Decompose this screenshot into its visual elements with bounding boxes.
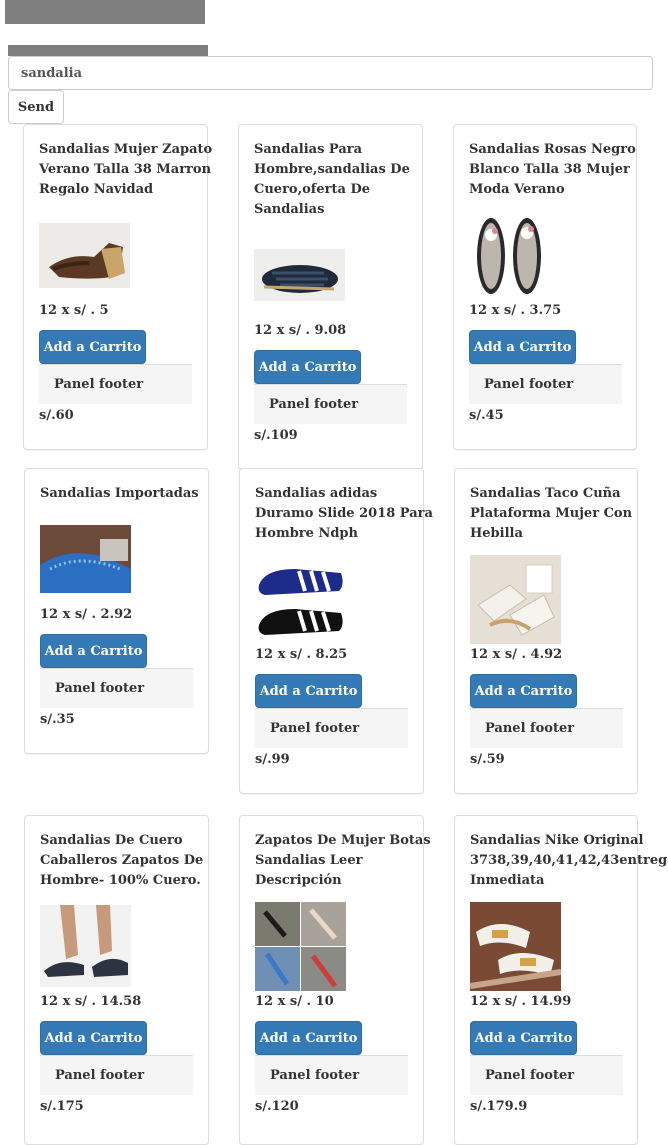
product-card: Sandalias Rosas Negro Blanco Talla 38 Muj… [453,124,637,450]
search-input[interactable] [8,56,653,90]
product-card: Zapatos De Mujer Botas Sandalias Leer Desc… [239,815,431,1145]
product-price: 12 x s/ . 14.58 [40,994,142,1009]
product-image[interactable] [255,902,346,991]
product-price: 12 x s/ . 14.99 [470,994,572,1009]
panel-footer: Panel footer [40,668,193,708]
panel-footer: Panel footer [470,708,623,748]
product-title: Sandalias Para Hombre,sandalias De Cuero,o… [254,142,410,217]
panel-footer: Panel footer [255,1055,408,1095]
add-to-cart-button[interactable]: Add a Carrito [40,1021,147,1055]
product-title: Sandalias Mujer Zapato Verano Talla 38 Ma… [39,142,213,197]
product-card: Sandalias Nike Original 3738,39,40,41,42,… [454,815,668,1145]
product-image[interactable] [470,555,561,644]
product-title: Sandalias De Cuero Caballeros Zapatos De H… [40,833,204,888]
product-price: 12 x s/ . 10 [255,994,334,1009]
add-to-cart-button[interactable]: Add a Carrito [39,330,146,364]
product-image[interactable] [255,555,346,643]
add-to-cart-button[interactable]: Add a Carrito [255,1021,362,1055]
product-image[interactable] [39,223,130,288]
product-total: s/.179.9 [470,1099,528,1114]
product-total: s/.45 [469,408,504,423]
product-total: s/.175 [40,1099,84,1114]
product-image[interactable] [254,249,345,301]
product-total: s/.120 [255,1099,299,1114]
product-image[interactable] [40,525,131,593]
product-title: Zapatos De Mujer Botas Sandalias Leer Desc… [255,833,431,888]
product-image[interactable] [40,905,131,987]
product-image[interactable] [470,902,561,991]
subheader-bar [8,45,208,56]
panel-footer: Panel footer [470,1055,623,1095]
panel-footer: Panel footer [469,364,622,404]
product-card: Sandalias adidas Duramo Slide 2018 Para Ho… [239,468,433,794]
panel-footer: Panel footer [254,384,407,424]
product-title: Sandalias Rosas Negro Blanco Talla 38 Muj… [469,142,636,197]
add-to-cart-button[interactable]: Add a Carrito [470,674,577,708]
product-price: 12 x s/ . 9.08 [254,323,347,338]
product-image[interactable] [469,211,551,299]
send-button[interactable]: Send [8,90,64,124]
product-total: s/.59 [470,752,505,767]
product-total: s/.60 [39,408,74,423]
product-price: 12 x s/ . 2.92 [40,607,133,622]
product-total: s/.35 [40,712,75,727]
add-to-cart-button[interactable]: Add a Carrito [255,674,362,708]
product-price: 12 x s/ . 4.92 [470,647,563,662]
product-price: 12 x s/ . 8.25 [255,647,348,662]
product-card: Sandalias Mujer Zapato Verano Talla 38 Ma… [23,124,213,450]
product-title: Sandalias adidas Duramo Slide 2018 Para Ho… [255,486,433,541]
product-price: 12 x s/ . 5 [39,303,109,318]
panel-footer: Panel footer [40,1055,193,1095]
product-card: Sandalias Importadas 12 x s/ . 2.92 Add … [24,468,209,754]
product-card: Sandalias Para Hombre,sandalias De Cuero,o… [238,124,423,470]
product-card: Sandalias De Cuero Caballeros Zapatos De H… [24,815,209,1145]
product-title: Sandalias Importadas [40,486,199,501]
product-card: Sandalias Taco Cuña Plataforma Mujer Con H… [454,468,638,794]
product-price: 12 x s/ . 3.75 [469,303,562,318]
panel-footer: Panel footer [255,708,408,748]
product-title: Sandalias Nike Original 3738,39,40,41,42,… [470,833,668,888]
add-to-cart-button[interactable]: Add a Carrito [470,1021,577,1055]
add-to-cart-button[interactable]: Add a Carrito [40,634,147,668]
product-title: Sandalias Taco Cuña Plataforma Mujer Con H… [470,486,633,541]
add-to-cart-button[interactable]: Add a Carrito [254,350,361,384]
product-total: s/.99 [255,752,290,767]
header-bar [5,0,205,24]
panel-footer: Panel footer [39,364,192,404]
add-to-cart-button[interactable]: Add a Carrito [469,330,576,364]
product-total: s/.109 [254,428,298,443]
